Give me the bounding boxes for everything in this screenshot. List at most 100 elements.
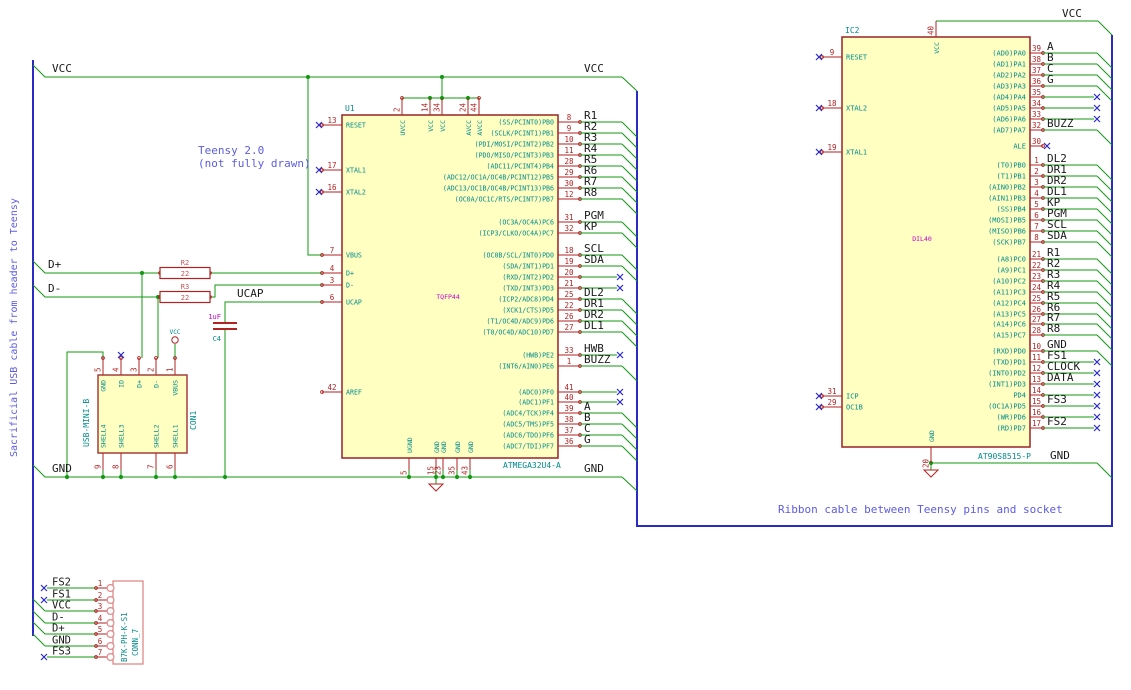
pin-name-U1-26: (T1/OC4D/ADC9)PD6 (487, 318, 555, 326)
pin-name-U1-16: XTAL2 (346, 189, 366, 197)
pin-name-U1-30: (ADC13/OC1B/OC4B/PCINT13)PB6 (443, 185, 554, 193)
pin-num-U1-25: 25 (564, 290, 573, 299)
component-r3: R322 (159, 283, 211, 304)
net-label-FS3: FS3 (1047, 393, 1067, 406)
pin-name-CON1-7: SHELL2 (153, 424, 161, 448)
pin-name-IC2-25: (A12)PC4 (992, 300, 1026, 308)
pin-num-CON1-4: 4 (112, 367, 121, 372)
pin-num-U1-44: 44 (470, 102, 479, 112)
vcc-symbol-label: VCC (170, 329, 181, 336)
pin-num-U1-3: 3 (330, 276, 335, 285)
vcc-symbol: VCC (170, 329, 181, 344)
pin-num-IC2-33: 33 (1032, 110, 1041, 119)
pin-name-U1-8: (SS/PCINT0)PB0 (498, 119, 554, 127)
annotation-teensy: Teensy 2.0 (not fully drawn) (198, 144, 311, 170)
pin-name-IC2-27: (A14)PC6 (992, 321, 1026, 329)
pin-name-IC2-16: (WR)PD6 (996, 414, 1026, 422)
pin-name-IC2-2: (T1)PB1 (996, 173, 1026, 181)
pin-name-CON1-2: D- (153, 380, 161, 388)
value-IC2: AT90S8515-P (978, 452, 1031, 461)
net-label-R8: R8 (584, 186, 597, 199)
pin-num-U1-36: 36 (564, 437, 574, 446)
pin-name-IC2-14: PD4 (1013, 392, 1026, 400)
net-label-KP: KP (584, 220, 598, 233)
pin-name-U1-20: (RXD/INT2)PD2 (502, 274, 554, 282)
pin-num-IC2-35: 35 (1032, 88, 1041, 97)
pin-num-U1-34: 34 (433, 102, 442, 112)
pin-name-U1-9: (SCLK/PCINT1)PB1 (490, 130, 554, 138)
pin-num-U1-31: 31 (564, 213, 573, 222)
pin-name-U1-43: GND (467, 441, 475, 453)
pin-num-IC2-24: 24 (1032, 283, 1042, 292)
pin-num-U1-42: 42 (327, 383, 336, 392)
value-R3: 22 (181, 294, 189, 302)
annotation-sacrificial-usb: Sacrificial USB cable from header to Tee… (9, 198, 20, 457)
pin-num-IC2-19: 19 (827, 143, 836, 152)
pin-name-IC2-13: (INT1)PD3 (988, 381, 1026, 389)
pin-num-CONN_7-6: 6 (98, 637, 103, 646)
value-CON1: USB-MINI-B (82, 399, 91, 447)
component-u1: U1ATMEGA32U4-ATQFP448(SS/PCINT0)PB0R19(S… (315, 98, 638, 475)
value-R2: 22 (181, 270, 189, 278)
pin-num-IC2-28: 28 (1032, 326, 1042, 335)
pin-num-U1-28: 28 (564, 157, 574, 166)
pin-name-IC2-28: (A15)PC7 (992, 332, 1026, 340)
pin-num-U1-13: 13 (327, 116, 336, 125)
annotation-ribbon-cable: Ribbon cable between Teensy pins and soc… (778, 503, 1063, 516)
pin-num-IC2-20: 20 (922, 458, 931, 468)
ref-CONN_7: CONN_7 (131, 629, 140, 656)
value-U1: ATMEGA32U4-A (503, 461, 561, 470)
pin-num-IC2-34: 34 (1032, 99, 1042, 108)
net-label-VCC: VCC (52, 600, 71, 612)
pin-num-U1-11: 11 (564, 146, 573, 155)
pin-name-IC2-22: (A9)PC1 (996, 267, 1026, 275)
pin-name-U1-22: (XCK1/CTS)PD5 (502, 307, 554, 315)
pin-name-IC2-36: (AD3)PA3 (992, 83, 1026, 91)
pin-num-IC2-7: 7 (1034, 222, 1039, 231)
pin-name-IC2-26: (A13)PC5 (992, 311, 1026, 319)
pin-num-IC2-6: 6 (1034, 211, 1039, 220)
pin-name-IC2-29: OC1B (846, 404, 863, 412)
pin-name-IC2-19: XTAL1 (846, 149, 867, 157)
pin-num-CON1-3: 3 (130, 367, 139, 372)
pin-name-IC2-35: (AD4)PA4 (992, 94, 1026, 102)
ref-R3: R3 (181, 283, 189, 291)
pin-num-U1-16: 16 (327, 183, 337, 192)
pin-num-IC2-16: 16 (1032, 408, 1042, 417)
pin-name-IC2-21: (A8)PC0 (996, 256, 1026, 264)
pin-name-U1-38: (ADC5/TMS)PF5 (502, 421, 554, 429)
net-label-G: G (1047, 73, 1054, 86)
footprint-IC2: DIL40 (912, 235, 932, 243)
pin-num-IC2-1: 1 (1034, 156, 1039, 165)
pin-name-CON1-5: GND (100, 380, 108, 392)
pin-name-U1-36: (ADC7/TDI)PF7 (502, 443, 554, 451)
annotation-teensy-line2: (not fully drawn) (198, 157, 311, 170)
pin-name-U1-31: (OC3A/OC4A)PC6 (498, 219, 554, 227)
pin-num-CONN_7-4: 4 (98, 614, 103, 623)
pin-name-U1-24: AVCC (465, 120, 473, 136)
net-label-FS2: FS2 (52, 577, 71, 589)
pin-name-CON1-3: D+ (136, 380, 144, 388)
pin-num-IC2-29: 29 (827, 398, 836, 407)
pin-num-CON1-1: 1 (166, 367, 175, 372)
pin-num-U1-40: 40 (564, 393, 574, 402)
net-label-vcc: VCC (1062, 7, 1082, 20)
pin-num-U1-10: 10 (564, 135, 574, 144)
pin-num-CON1-6: 6 (166, 464, 175, 469)
pin-name-U1-3: D- (346, 282, 354, 290)
pin-num-IC2-30: 30 (1032, 137, 1042, 146)
pin-name-IC2-12: (INT0)PD2 (988, 370, 1026, 378)
component-ic2: IC2AT90S8515-PDIL4039(AD0)PA0A38(AD1)PA1… (815, 21, 1113, 468)
component-conn7: B7K-PH-K-S1 CONN_71FS22FS13VCC4D-5D+6GND7… (32, 577, 144, 665)
pin-num-U1-22: 22 (564, 301, 573, 310)
pin-num-IC2-21: 21 (1032, 250, 1041, 259)
pin-name-IC2-4: (AIN1)PB3 (988, 195, 1026, 203)
pin-num-U1-37: 37 (564, 426, 573, 435)
pin-num-IC2-5: 5 (1034, 200, 1039, 209)
pin-name-IC2-17: (RD)PD7 (996, 425, 1026, 433)
ref-CON1: CON1 (189, 411, 198, 430)
pin-num-CON1-7: 7 (147, 464, 156, 469)
component-con1: CON1 USB-MINI-B 5 GND 4 ID 3 D+ 2 D- 1 VBUS 9 SHELL4 8… (82, 351, 198, 470)
pin-num-U1-2: 2 (393, 107, 402, 112)
pin-name-U1-14: VCC (427, 120, 435, 132)
